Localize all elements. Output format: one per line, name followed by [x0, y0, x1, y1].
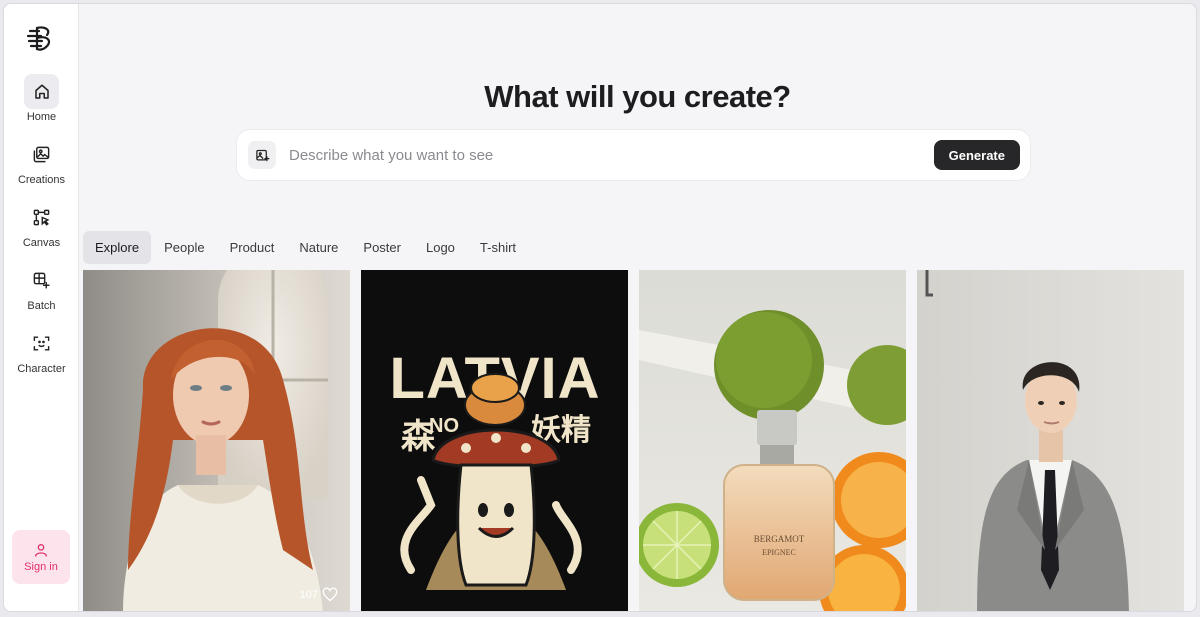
user-icon — [35, 543, 47, 557]
page-title: What will you create? — [484, 79, 791, 114]
sidebar-item-character[interactable]: Character — [4, 326, 79, 382]
person-image — [917, 270, 1184, 611]
sidebar-item-label: Creations — [17, 174, 66, 186]
gallery-card-product[interactable]: BERGAMOT EPIGNEC — [639, 270, 906, 611]
prompt-input[interactable] — [289, 140, 934, 170]
gallery-grid: 107 LATVIA 森 NO 妖精 — [83, 270, 1185, 611]
sign-in-button[interactable]: Sign in — [12, 530, 70, 584]
product-image: BERGAMOT EPIGNEC — [639, 270, 906, 611]
bottle-text-2: EPIGNEC — [762, 548, 796, 557]
character-icon — [24, 326, 59, 361]
sidebar-item-creations[interactable]: Creations — [4, 137, 79, 193]
sidebar-item-home[interactable]: Home — [4, 74, 79, 130]
tshirt-design-image: LATVIA 森 NO 妖精 — [361, 270, 628, 611]
heart-icon — [322, 587, 338, 602]
gallery-card-person[interactable] — [917, 270, 1184, 611]
portrait-image — [83, 270, 350, 611]
prompt-bar: Generate — [236, 129, 1031, 181]
tab-people[interactable]: People — [152, 231, 216, 264]
sidebar-item-batch[interactable]: Batch — [4, 263, 79, 319]
like-count[interactable]: 107 — [300, 587, 338, 602]
tab-product[interactable]: Product — [218, 231, 287, 264]
sidebar-item-label: Character — [17, 363, 66, 375]
tab-nature[interactable]: Nature — [287, 231, 350, 264]
tab-poster[interactable]: Poster — [351, 231, 413, 264]
generate-button[interactable]: Generate — [933, 140, 1020, 170]
home-icon — [24, 74, 59, 109]
sidebar-item-label: Batch — [27, 300, 56, 312]
poster-sub-text: NO — [429, 415, 459, 437]
sidebar-item-label: Home — [26, 111, 57, 123]
sidebar-item-label: Canvas — [22, 237, 61, 249]
gallery-card-tshirt-design[interactable]: LATVIA 森 NO 妖精 — [361, 270, 628, 611]
tab-tshirt[interactable]: T-shirt — [468, 231, 528, 264]
batch-icon — [24, 263, 59, 298]
bottle-text-1: BERGAMOT — [754, 534, 805, 544]
sidebar-item-canvas[interactable]: Canvas — [4, 200, 79, 256]
image-upload-icon[interactable] — [248, 141, 276, 169]
gallery-card-portrait[interactable]: 107 — [83, 270, 350, 611]
tab-explore[interactable]: Explore — [83, 231, 152, 264]
images-icon — [24, 137, 59, 172]
canvas-icon — [24, 200, 59, 235]
brand-logo-icon[interactable] — [25, 22, 57, 54]
sidebar: Home Creations Canvas Batch Character Si… — [4, 4, 79, 611]
tab-logo[interactable]: Logo — [414, 231, 467, 264]
category-tabs: Explore People Product Nature Poster Log… — [83, 231, 529, 264]
like-count-value: 107 — [299, 588, 318, 601]
app-window: Home Creations Canvas Batch Character Si… — [3, 3, 1197, 612]
sign-in-label: Sign in — [24, 560, 58, 573]
